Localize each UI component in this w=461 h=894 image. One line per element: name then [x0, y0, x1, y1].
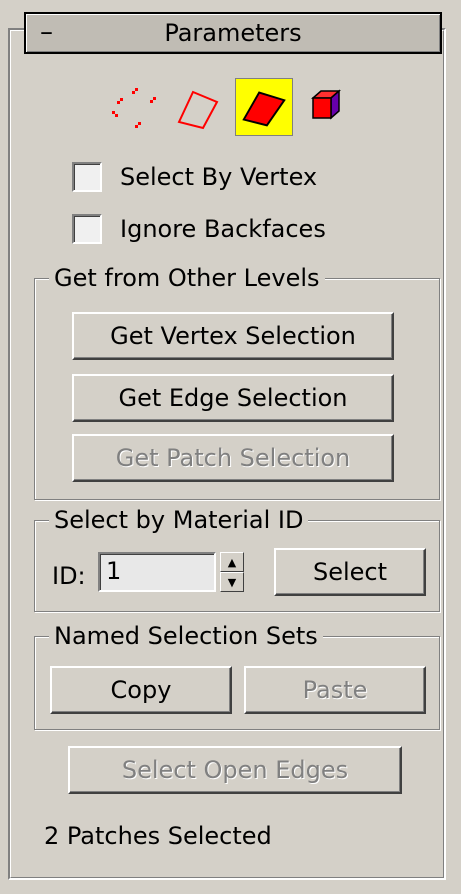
select-material-id-button[interactable]: Select: [274, 548, 426, 596]
rollout-title-bar[interactable]: – Parameters: [24, 12, 442, 54]
element-level-button[interactable]: [299, 78, 357, 136]
patch-level-button[interactable]: [235, 78, 293, 136]
select-by-vertex-option[interactable]: Select By Vertex: [72, 162, 317, 192]
get-from-other-levels-title: Get from Other Levels: [49, 263, 325, 293]
get-edge-selection-button[interactable]: Get Edge Selection: [72, 374, 394, 422]
ignore-backfaces-checkbox[interactable]: [72, 214, 102, 244]
collapse-icon[interactable]: –: [40, 19, 53, 45]
vertex-level-button[interactable]: [105, 78, 163, 136]
get-vertex-selection-button[interactable]: Get Vertex Selection: [72, 312, 394, 360]
named-selection-sets-title: Named Selection Sets: [49, 621, 323, 651]
get-patch-selection-button[interactable]: Get Patch Selection: [72, 434, 394, 482]
ignore-backfaces-label: Ignore Backfaces: [120, 215, 326, 243]
spinner-up-icon: ▲: [227, 555, 237, 569]
vertex-level-icon: [112, 88, 156, 128]
select-by-vertex-checkbox[interactable]: [72, 162, 102, 192]
select-open-edges-button[interactable]: Select Open Edges: [68, 746, 402, 794]
material-id-label: ID:: [52, 562, 86, 590]
edge-level-icon: [177, 90, 219, 130]
spinner-down-button[interactable]: ▼: [220, 572, 244, 592]
ignore-backfaces-option[interactable]: Ignore Backfaces: [72, 214, 326, 244]
copy-button[interactable]: Copy: [50, 666, 232, 714]
edge-level-button[interactable]: [169, 78, 227, 136]
element-level-icon: [311, 89, 341, 120]
select-by-material-id-title: Select by Material ID: [49, 505, 309, 535]
select-by-vertex-label: Select By Vertex: [120, 163, 318, 191]
spinner-down-icon: ▼: [227, 575, 237, 589]
material-id-input[interactable]: 1: [98, 552, 216, 592]
rollout-title: Parameters: [164, 19, 302, 47]
spinner-up-button[interactable]: ▲: [220, 552, 244, 572]
selection-status: 2 Patches Selected: [44, 822, 272, 850]
paste-button[interactable]: Paste: [244, 666, 426, 714]
patch-level-icon: [242, 91, 286, 127]
